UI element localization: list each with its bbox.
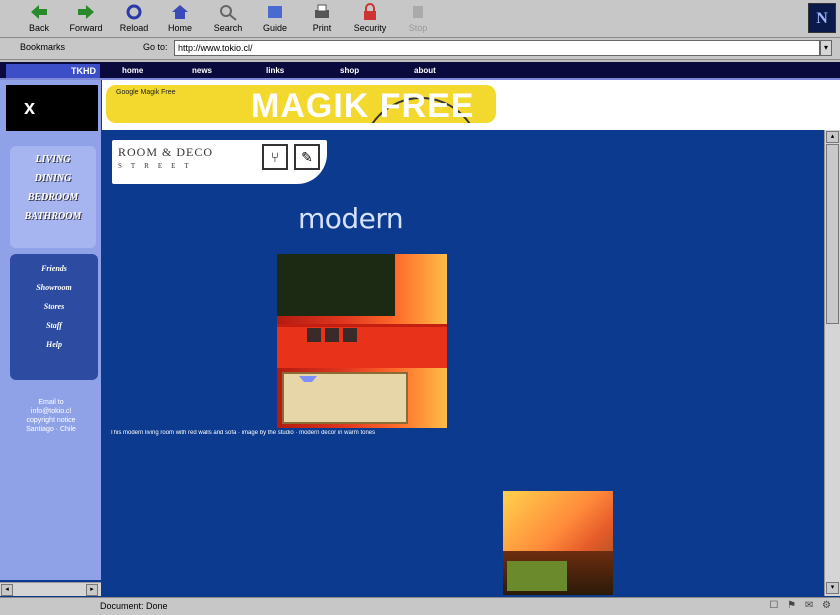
scroll-right-icon[interactable]: ▸ [86, 584, 98, 596]
ad-small-text: Google Magik Free [116, 89, 176, 96]
nav-item-news[interactable]: news [192, 66, 212, 75]
horizontal-scrollbar[interactable]: ◂ ▸ [0, 582, 101, 596]
nav-item-shop[interactable]: shop [340, 66, 359, 75]
bookmarks-button[interactable]: Bookmarks [20, 42, 65, 52]
scroll-left-icon[interactable]: ◂ [1, 584, 13, 596]
site-navbar: TKHD home news links shop about [0, 62, 840, 80]
guide-icon [268, 6, 282, 18]
photo-pillow [325, 328, 339, 342]
back-button[interactable]: Back [15, 3, 63, 33]
photo-sofa [277, 324, 447, 368]
photo-glass [299, 376, 317, 390]
scroll-thumb[interactable] [826, 144, 839, 324]
stop-icon [413, 6, 423, 18]
category-menu: LIVING DINING BEDROOM BATHROOM [10, 146, 96, 248]
magik-free-ad[interactable]: Google Magik Free MAGIK FREE [106, 85, 496, 123]
footer-line: Email to [38, 399, 64, 406]
nav-item-about[interactable]: about [414, 66, 436, 75]
footer-line: Santiago · Chile [26, 426, 76, 433]
link-staff[interactable]: Staff [10, 321, 98, 330]
url-dropdown-icon[interactable]: ▾ [820, 40, 832, 56]
scroll-up-icon[interactable]: ▴ [826, 131, 839, 143]
sidebar-footer: Email to info@tokio.cl copyright notice … [4, 398, 98, 434]
print-button[interactable]: Print [298, 3, 346, 33]
url-input[interactable]: http://www.tokio.cl/ [174, 40, 820, 56]
photo-pillow [343, 328, 357, 342]
guide-label: Guide [262, 23, 288, 33]
stop-button[interactable]: Stop [394, 3, 442, 33]
category-bathroom[interactable]: BATHROOM [10, 211, 96, 222]
nav-item-home[interactable]: home [122, 66, 143, 75]
home-icon [172, 5, 188, 19]
security-button[interactable]: Security [346, 3, 394, 33]
location-bar: Bookmarks Go to: http://www.tokio.cl/ ▾ [0, 38, 840, 60]
page-heading: modern [298, 202, 404, 235]
forward-arrow-icon [78, 5, 94, 19]
browser-toolbar: Back Forward Reload Home Search Guide Pr… [0, 0, 840, 38]
link-stores[interactable]: Stores [10, 302, 98, 311]
second-photo[interactable] [503, 491, 613, 595]
lock-icon [364, 3, 376, 20]
scroll-down-icon[interactable]: ▾ [826, 582, 839, 594]
link-friends[interactable]: Friends [10, 264, 98, 273]
goto-label: Go to: [143, 42, 168, 52]
room-deco-card[interactable]: ROOM & DECO STREET ⑂ ✎ [112, 140, 327, 184]
security-label: Security [353, 23, 387, 33]
status-text: Document: Done [100, 601, 168, 611]
ad-banner[interactable]: Google Magik Free MAGIK FREE [102, 80, 840, 130]
back-arrow-icon [31, 5, 47, 19]
stop-label: Stop [408, 23, 428, 33]
print-icon [315, 4, 329, 18]
category-dining[interactable]: DINING [10, 173, 96, 184]
room-deco-title: ROOM & DECO [118, 145, 214, 159]
back-label: Back [28, 23, 49, 33]
status-icons[interactable]: ☐ ⚑ ✉ ⚙ [769, 600, 834, 611]
home-label: Home [167, 23, 192, 33]
netscape-logo[interactable]: N [808, 3, 836, 33]
category-living[interactable]: LIVING [10, 154, 96, 165]
site-brand[interactable]: TKHD [6, 64, 100, 78]
guide-button[interactable]: Guide [251, 3, 299, 33]
category-bedroom[interactable]: BEDROOM [10, 192, 96, 203]
photo-window [277, 254, 395, 316]
x-logo[interactable]: x [6, 85, 98, 131]
brush-icon[interactable]: ✎ [294, 144, 320, 170]
photo-caption: This modern living room with red walls a… [110, 430, 376, 436]
living-room-photo[interactable] [277, 254, 447, 428]
search-label: Search [213, 23, 243, 33]
print-label: Print [312, 23, 332, 33]
photo-pillow [307, 328, 321, 342]
footer-line: copyright notice [26, 417, 76, 424]
nav-item-links[interactable]: links [266, 66, 284, 75]
photo2-plant [507, 561, 567, 591]
home-button[interactable]: Home [156, 3, 204, 33]
forward-label: Forward [69, 23, 103, 33]
chair-icon[interactable]: ⑂ [262, 144, 288, 170]
footer-email-link[interactable]: info@tokio.cl [4, 407, 98, 416]
link-showroom[interactable]: Showroom [10, 283, 98, 292]
forward-button[interactable]: Forward [62, 3, 110, 33]
reload-label: Reload [119, 23, 149, 33]
link-help[interactable]: Help [10, 340, 98, 349]
reload-button[interactable]: Reload [110, 3, 158, 33]
link-menu: Friends Showroom Stores Staff Help [10, 254, 98, 380]
left-sidebar: x LIVING DINING BEDROOM BATHROOM Friends… [0, 80, 101, 580]
status-bar: Document: Done ☐ ⚑ ✉ ⚙ [0, 597, 840, 615]
room-deco-subtitle: STREET [118, 162, 198, 170]
vertical-scrollbar[interactable]: ▴ ▾ [824, 130, 840, 596]
search-icon [220, 5, 237, 21]
search-button[interactable]: Search [204, 3, 252, 33]
reload-icon [126, 4, 142, 20]
ad-title: MAGIK FREE [251, 87, 475, 123]
